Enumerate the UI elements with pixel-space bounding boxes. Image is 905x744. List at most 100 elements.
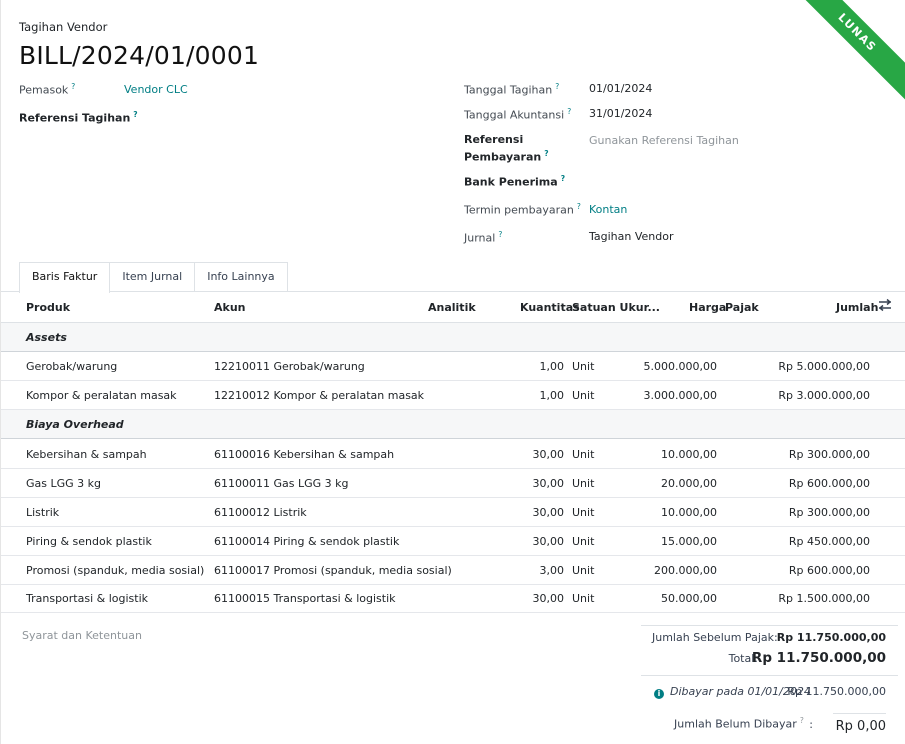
uom-cell[interactable]: Unit — [572, 506, 594, 519]
payment-reference-label-line2: Pembayaran? — [464, 149, 549, 164]
payment-reference-label-text: Pembayaran — [464, 150, 542, 164]
page-title: BILL/2024/01/0001 — [19, 41, 260, 70]
account-cell[interactable]: 61100011 Gas LGG 3 kg — [214, 477, 349, 490]
price-cell[interactable]: 10.000,00 — [631, 448, 717, 461]
table-row[interactable]: Kompor & peralatan masak 12210012 Kompor… — [1, 381, 905, 410]
uom-cell[interactable]: Unit — [572, 535, 594, 548]
column-header-uom[interactable]: Satuan Ukur... — [572, 301, 660, 314]
section-row[interactable]: Biaya Overhead — [1, 410, 905, 439]
help-icon[interactable]: ? — [577, 202, 581, 211]
product-cell[interactable]: Gas LGG 3 kg — [26, 477, 101, 490]
accounting-date-label-text: Tanggal Akuntansi — [464, 108, 565, 122]
account-cell[interactable]: 12210012 Kompor & peralatan masak — [214, 389, 424, 402]
untaxed-amount-value: Rp 11.750.000,00 — [776, 631, 886, 644]
table-row[interactable]: Piring & sendok plastik 61100014 Piring … — [1, 527, 905, 556]
tab-invoice-lines[interactable]: Baris Faktur — [19, 262, 111, 293]
account-cell[interactable]: 61100016 Kebersihan & sampah — [214, 448, 394, 461]
help-icon[interactable]: ? — [71, 82, 75, 91]
recipient-bank-label-text: Bank Penerima — [464, 175, 558, 189]
invoice-form-sheet: Tagihan Vendor BILL/2024/01/0001 LUNAS P… — [0, 0, 905, 744]
section-label: Biaya Overhead — [26, 418, 124, 431]
column-header-price[interactable]: Harga — [689, 301, 726, 314]
help-icon[interactable]: ? — [561, 174, 565, 183]
bill-date-input[interactable]: 01/01/2024 — [589, 82, 652, 95]
quantity-cell[interactable]: 30,00 — [501, 592, 565, 605]
column-header-amount[interactable]: Jumlah — [836, 301, 878, 314]
payment-terms-link[interactable]: Kontan — [589, 203, 627, 216]
table-row[interactable]: Promosi (spanduk, media sosial) 61100017… — [1, 556, 905, 585]
product-cell[interactable]: Kebersihan & sampah — [26, 448, 147, 461]
account-cell[interactable]: 61100015 Transportasi & logistik — [214, 592, 396, 605]
product-cell[interactable]: Listrik — [26, 506, 59, 519]
amount-cell: Rp 600.000,00 — [788, 477, 870, 490]
product-cell[interactable]: Piring & sendok plastik — [26, 535, 152, 548]
quantity-cell[interactable]: 1,00 — [501, 360, 565, 373]
help-icon[interactable]: ? — [133, 110, 137, 119]
accounting-date-input[interactable]: 31/01/2024 — [589, 107, 652, 120]
table-row[interactable]: Gerobak/warung 12210011 Gerobak/warung 1… — [1, 352, 905, 381]
product-cell[interactable]: Promosi (spanduk, media sosial) — [26, 564, 204, 577]
column-header-tax[interactable]: Pajak — [725, 301, 759, 314]
column-header-account[interactable]: Akun — [214, 301, 246, 314]
uom-cell[interactable]: Unit — [572, 448, 594, 461]
table-row[interactable]: Kebersihan & sampah 61100016 Kebersihan … — [1, 440, 905, 469]
vendor-value-link[interactable]: Vendor CLC — [124, 83, 188, 96]
amount-due-label-text: Jumlah Belum Dibayar — [674, 717, 797, 731]
optional-columns-toggle-icon[interactable] — [878, 298, 892, 312]
amount-cell: Rp 300.000,00 — [788, 448, 870, 461]
vendor-label-text: Pemasok — [19, 83, 69, 97]
breadcrumb[interactable]: Tagihan Vendor — [19, 20, 107, 34]
bill-date-field-label: Tanggal Tagihan? — [464, 82, 559, 97]
price-cell[interactable]: 3.000.000,00 — [631, 389, 717, 402]
column-header-quantity[interactable]: Kuantitas — [520, 301, 580, 314]
quantity-cell[interactable]: 30,00 — [501, 506, 565, 519]
uom-cell[interactable]: Unit — [572, 564, 594, 577]
price-cell[interactable]: 200.000,00 — [631, 564, 717, 577]
quantity-cell[interactable]: 30,00 — [501, 448, 565, 461]
help-icon[interactable]: ? — [544, 149, 548, 158]
help-icon[interactable]: ? — [498, 230, 502, 239]
uom-cell[interactable]: Unit — [572, 389, 594, 402]
table-row[interactable]: Transportasi & logistik 61100015 Transpo… — [1, 584, 905, 613]
account-cell[interactable]: 61100012 Listrik — [214, 506, 307, 519]
bill-reference-label-text: Referensi Tagihan — [19, 111, 131, 125]
product-cell[interactable]: Transportasi & logistik — [26, 592, 148, 605]
info-icon[interactable]: i — [654, 689, 664, 699]
terms-and-conditions-input[interactable]: Syarat dan Ketentuan — [22, 629, 142, 642]
price-cell[interactable]: 20.000,00 — [631, 477, 717, 490]
quantity-cell[interactable]: 3,00 — [501, 564, 565, 577]
account-cell[interactable]: 61100014 Piring & sendok plastik — [214, 535, 399, 548]
account-cell[interactable]: 12210011 Gerobak/warung — [214, 360, 365, 373]
price-cell[interactable]: 10.000,00 — [631, 506, 717, 519]
product-cell[interactable]: Gerobak/warung — [26, 360, 117, 373]
quantity-cell[interactable]: 30,00 — [501, 477, 565, 490]
uom-cell[interactable]: Unit — [572, 360, 594, 373]
section-row[interactable]: Assets — [1, 323, 905, 352]
accounting-date-field-label: Tanggal Akuntansi? — [464, 107, 571, 122]
amount-cell: Rp 1.500.000,00 — [778, 592, 870, 605]
tab-other-info[interactable]: Info Lainnya — [194, 262, 288, 292]
price-cell[interactable]: 50.000,00 — [631, 592, 717, 605]
price-cell[interactable]: 5.000.000,00 — [631, 360, 717, 373]
quantity-cell[interactable]: 1,00 — [501, 389, 565, 402]
product-cell[interactable]: Kompor & peralatan masak — [26, 389, 177, 402]
journal-value[interactable]: Tagihan Vendor — [589, 230, 674, 243]
help-icon[interactable]: ? — [567, 107, 571, 116]
amount-due-divider — [833, 713, 886, 714]
account-cell[interactable]: 61100017 Promosi (spanduk, media sosial) — [214, 564, 452, 577]
paid-status-ribbon: LUNAS — [777, 0, 905, 113]
payment-reference-input[interactable]: Gunakan Referensi Tagihan — [589, 134, 739, 147]
amount-cell: Rp 450.000,00 — [788, 535, 870, 548]
table-row[interactable]: Listrik 61100012 Listrik 30,00 Unit 10.0… — [1, 498, 905, 527]
amount-due-label: Jumlah Belum Dibayar? : — [674, 716, 813, 731]
uom-cell[interactable]: Unit — [572, 592, 594, 605]
column-header-product[interactable]: Produk — [26, 301, 70, 314]
notebook-tabs: Baris Faktur Item Jurnal Info Lainnya — [19, 262, 288, 293]
tab-journal-items[interactable]: Item Jurnal — [109, 262, 196, 292]
table-row[interactable]: Gas LGG 3 kg 61100011 Gas LGG 3 kg 30,00… — [1, 469, 905, 498]
uom-cell[interactable]: Unit — [572, 477, 594, 490]
quantity-cell[interactable]: 30,00 — [501, 535, 565, 548]
help-icon[interactable]: ? — [555, 82, 559, 91]
column-header-analytic[interactable]: Analitik — [428, 301, 476, 314]
price-cell[interactable]: 15.000,00 — [631, 535, 717, 548]
